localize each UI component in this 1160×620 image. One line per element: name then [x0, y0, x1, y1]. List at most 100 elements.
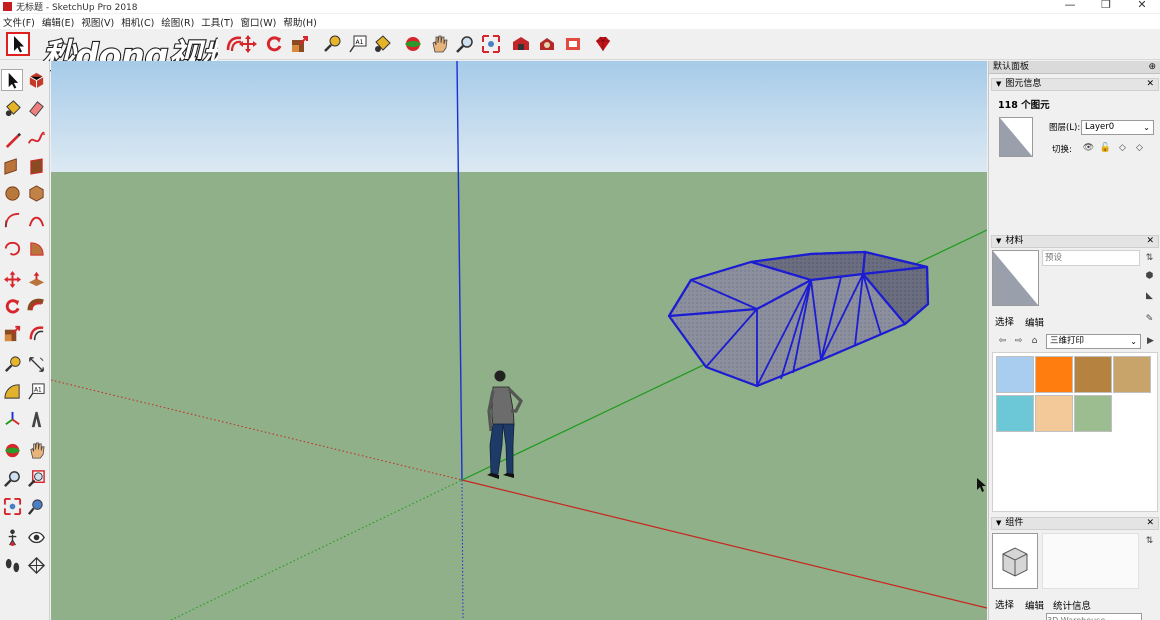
default-material-icon[interactable]: ◣	[1144, 290, 1155, 301]
pan-tool-button[interactable]	[427, 32, 451, 56]
menu-camera[interactable]: 相机(C)	[118, 15, 158, 29]
two-point-arc-tool[interactable]	[25, 209, 47, 231]
entity-info-header[interactable]: ▼ 图元信息 ✕	[991, 78, 1159, 91]
close-panel-icon[interactable]: ✕	[1146, 518, 1154, 529]
axes-tool[interactable]	[1, 408, 23, 430]
material-swatch[interactable]	[1074, 356, 1112, 393]
paint-bucket-tool-button[interactable]	[370, 32, 394, 56]
previous-view-tool[interactable]	[25, 495, 47, 517]
look-around-tool[interactable]	[25, 526, 47, 548]
move-tool-button[interactable]	[236, 32, 260, 56]
select-tool-button[interactable]	[6, 32, 30, 56]
material-swatch[interactable]	[996, 395, 1034, 432]
make-component-tool[interactable]	[25, 69, 47, 91]
offset-tool[interactable]	[25, 322, 47, 344]
material-name-field[interactable]: 预设	[1042, 250, 1140, 266]
eyedropper-icon[interactable]: ✎	[1144, 313, 1155, 324]
forward-arrow-icon[interactable]: ⇨	[1013, 335, 1024, 346]
model-viewport[interactable]	[51, 61, 987, 620]
left-zoom-extents-tool[interactable]	[1, 495, 23, 517]
zoom-window-tool[interactable]	[25, 467, 47, 489]
components-tab-select[interactable]: 选择	[995, 597, 1014, 611]
display-secondary-icon[interactable]: ⇅	[1144, 252, 1155, 263]
position-camera-tool[interactable]	[1, 526, 23, 548]
extension-warehouse-button[interactable]	[561, 32, 585, 56]
walk-tool[interactable]	[1, 554, 23, 576]
left-select-tool[interactable]	[1, 69, 23, 91]
left-orbit-tool[interactable]	[1, 439, 23, 461]
components-search-input[interactable]	[1046, 613, 1142, 620]
zoom-tool-button[interactable]	[453, 32, 477, 56]
dimension-tool[interactable]	[25, 353, 47, 375]
tape-measure-tool-button[interactable]	[320, 32, 344, 56]
material-swatch[interactable]	[1035, 356, 1073, 393]
three-point-arc-tool[interactable]	[1, 237, 23, 259]
cast-shadows-icon[interactable]: ◇	[1134, 142, 1145, 153]
material-swatch[interactable]	[1074, 395, 1112, 432]
back-arrow-icon[interactable]: ⇦	[997, 335, 1008, 346]
collapse-arrow-icon[interactable]: ▼	[996, 237, 1001, 245]
minimize-button[interactable]: —	[1052, 0, 1088, 12]
protractor-tool[interactable]	[1, 380, 23, 402]
details-arrow-icon[interactable]: ▶	[1145, 335, 1156, 346]
pie-tool[interactable]	[25, 237, 47, 259]
push-pull-tool[interactable]	[25, 268, 47, 290]
material-swatch[interactable]	[1035, 395, 1073, 432]
line-tool[interactable]	[1, 128, 23, 150]
left-rotate-tool[interactable]	[1, 295, 23, 317]
close-button[interactable]: ✕	[1124, 0, 1160, 12]
section-plane-tool[interactable]	[25, 554, 47, 576]
follow-me-tool[interactable]	[25, 295, 47, 317]
components-header[interactable]: ▼ 组件 ✕	[991, 517, 1159, 530]
menu-edit[interactable]: 编辑(E)	[39, 15, 78, 29]
3d-text-tool[interactable]	[25, 408, 47, 430]
restore-button[interactable]: ❐	[1088, 0, 1124, 12]
menu-window[interactable]: 窗口(W)	[238, 15, 281, 29]
freehand-tool[interactable]	[25, 128, 47, 150]
orbit-tool-button[interactable]	[401, 32, 425, 56]
create-material-icon[interactable]: ⬢	[1144, 270, 1155, 281]
eraser-tool[interactable]	[25, 97, 47, 119]
rectangle-tool[interactable]	[1, 155, 23, 177]
left-pan-tool[interactable]	[25, 439, 47, 461]
material-collection-select[interactable]: 三维打印 ⌄	[1046, 334, 1141, 349]
zoom-extents-tool-button[interactable]	[479, 32, 503, 56]
material-swatch[interactable]	[996, 356, 1034, 393]
receive-shadows-icon[interactable]: ◇	[1117, 142, 1128, 153]
materials-tab-edit[interactable]: 编辑	[1025, 315, 1044, 329]
text-tool-button[interactable]: A1	[346, 32, 370, 56]
components-tab-edit[interactable]: 编辑	[1025, 598, 1044, 612]
rotated-rectangle-tool[interactable]	[25, 155, 47, 177]
left-paint-bucket-tool[interactable]	[1, 97, 23, 119]
menu-tools[interactable]: 工具(T)	[198, 15, 237, 29]
display-secondary-icon[interactable]: ⇅	[1144, 535, 1155, 546]
pin-icon[interactable]: ⊕	[1148, 61, 1156, 74]
lock-icon[interactable]: 🔓	[1100, 142, 1111, 153]
menu-help[interactable]: 帮助(H)	[280, 15, 321, 29]
menu-view[interactable]: 视图(V)	[78, 15, 118, 29]
components-tab-statistics[interactable]: 统计信息	[1053, 598, 1091, 612]
layer-select[interactable]: Layer0 ⌄	[1081, 120, 1154, 135]
polygon-tool[interactable]	[25, 182, 47, 204]
left-scale-tool[interactable]	[1, 322, 23, 344]
3d-warehouse-button[interactable]	[509, 32, 533, 56]
collapse-arrow-icon[interactable]: ▼	[996, 519, 1001, 527]
share-component-button[interactable]	[535, 32, 559, 56]
close-panel-icon[interactable]: ✕	[1146, 79, 1154, 90]
home-icon[interactable]: ⌂	[1029, 335, 1040, 346]
arc-tool[interactable]	[1, 209, 23, 231]
menu-file[interactable]: 文件(F)	[0, 15, 39, 29]
ruby-console-button[interactable]	[591, 32, 615, 56]
left-tape-measure-tool[interactable]	[1, 353, 23, 375]
rotate-tool-button[interactable]	[262, 32, 286, 56]
scale-tool-button[interactable]	[288, 32, 312, 56]
left-text-tool[interactable]: A1	[25, 380, 47, 402]
material-swatch[interactable]	[1113, 356, 1151, 393]
left-zoom-tool[interactable]	[1, 467, 23, 489]
materials-tab-select[interactable]: 选择	[995, 314, 1014, 328]
materials-header[interactable]: ▼ 材料 ✕	[991, 235, 1159, 248]
collapse-arrow-icon[interactable]: ▼	[996, 80, 1001, 88]
menu-draw[interactable]: 绘图(R)	[158, 15, 198, 29]
circle-tool[interactable]	[1, 182, 23, 204]
visibility-eye-icon[interactable]: 👁	[1083, 142, 1094, 153]
